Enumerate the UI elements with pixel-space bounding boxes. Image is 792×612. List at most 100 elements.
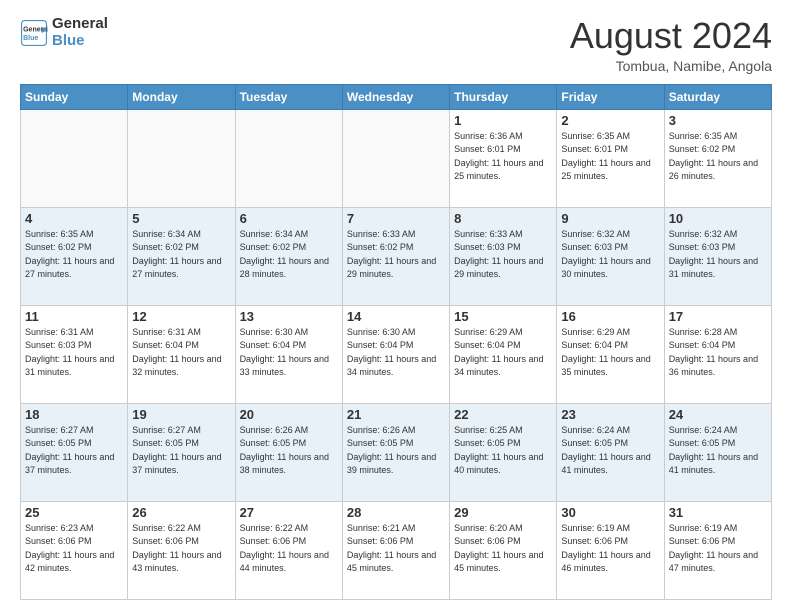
calendar-cell: 21 Sunrise: 6:26 AMSunset: 6:05 PMDayligh…: [342, 403, 449, 501]
calendar-cell: 11Sunrise: 6:31 AMSunset: 6:03 PMDayligh…: [21, 305, 128, 403]
day-info: Sunrise: 6:22 AMSunset: 6:06 PMDaylight:…: [132, 522, 230, 576]
calendar-cell: [128, 109, 235, 207]
calendar-cell: 26 Sunrise: 6:22 AMSunset: 6:06 PMDayligh…: [128, 501, 235, 599]
calendar-cell: 23 Sunrise: 6:24 AMSunset: 6:05 PMDayligh…: [557, 403, 664, 501]
day-number: 2: [561, 113, 659, 128]
day-number: 28: [347, 505, 445, 520]
day-info: Sunrise: 6:24 AMSunset: 6:05 PMDaylight:…: [561, 424, 659, 478]
day-number: 1: [454, 113, 552, 128]
logo: General Blue GeneralBlue: [20, 16, 108, 49]
calendar-cell: 2Sunrise: 6:35 AMSunset: 6:01 PMDaylight…: [557, 109, 664, 207]
day-number: 14: [347, 309, 445, 324]
day-number: 25: [25, 505, 123, 520]
day-info: Sunrise: 6:26 AMSunset: 6:05 PMDaylight:…: [347, 424, 445, 478]
day-number: 19: [132, 407, 230, 422]
day-number: 23: [561, 407, 659, 422]
calendar-cell: 28 Sunrise: 6:21 AMSunset: 6:06 PMDayligh…: [342, 501, 449, 599]
page: General Blue GeneralBlue August 2024 Tom…: [0, 0, 792, 612]
calendar-header-row: Sunday Monday Tuesday Wednesday Thursday…: [21, 84, 772, 109]
day-info: Sunrise: 6:28 AMSunset: 6:04 PMDaylight:…: [669, 326, 767, 380]
calendar-cell: 27 Sunrise: 6:22 AMSunset: 6:06 PMDayligh…: [235, 501, 342, 599]
logo-icon: General Blue: [20, 19, 48, 47]
day-info: Sunrise: 6:27 AMSunset: 6:05 PMDaylight:…: [132, 424, 230, 478]
day-info: Sunrise: 6:32 AMSunset: 6:03 PMDaylight:…: [561, 228, 659, 282]
calendar-cell: 1 Sunrise: 6:36 AMSunset: 6:01 PMDaylight…: [450, 109, 557, 207]
day-number: 12: [132, 309, 230, 324]
day-info: Sunrise: 6:30 AMSunset: 6:04 PMDaylight:…: [347, 326, 445, 380]
calendar-cell: [342, 109, 449, 207]
svg-text:Blue: Blue: [23, 35, 38, 42]
day-info: Sunrise: 6:34 AMSunset: 6:02 PMDaylight:…: [240, 228, 338, 282]
day-number: 4: [25, 211, 123, 226]
calendar-cell: 9 Sunrise: 6:32 AMSunset: 6:03 PMDaylight…: [557, 207, 664, 305]
day-info: Sunrise: 6:21 AMSunset: 6:06 PMDaylight:…: [347, 522, 445, 576]
day-info: Sunrise: 6:25 AMSunset: 6:05 PMDaylight:…: [454, 424, 552, 478]
day-info: Sunrise: 6:22 AMSunset: 6:06 PMDaylight:…: [240, 522, 338, 576]
calendar-cell: 4Sunrise: 6:35 AMSunset: 6:02 PMDaylight…: [21, 207, 128, 305]
day-number: 6: [240, 211, 338, 226]
day-info: Sunrise: 6:19 AMSunset: 6:06 PMDaylight:…: [669, 522, 767, 576]
col-tuesday: Tuesday: [235, 84, 342, 109]
day-number: 31: [669, 505, 767, 520]
day-info: Sunrise: 6:27 AMSunset: 6:05 PMDaylight:…: [25, 424, 123, 478]
day-number: 5: [132, 211, 230, 226]
col-thursday: Thursday: [450, 84, 557, 109]
calendar-cell: [21, 109, 128, 207]
calendar-cell: 25 Sunrise: 6:23 AMSunset: 6:06 PMDayligh…: [21, 501, 128, 599]
day-info: Sunrise: 6:36 AMSunset: 6:01 PMDaylight:…: [454, 130, 552, 184]
calendar-cell: 7 Sunrise: 6:33 AMSunset: 6:02 PMDaylight…: [342, 207, 449, 305]
day-number: 29: [454, 505, 552, 520]
calendar-cell: 20 Sunrise: 6:26 AMSunset: 6:05 PMDayligh…: [235, 403, 342, 501]
day-info: Sunrise: 6:20 AMSunset: 6:06 PMDaylight:…: [454, 522, 552, 576]
day-number: 18: [25, 407, 123, 422]
calendar-cell: 8Sunrise: 6:33 AMSunset: 6:03 PMDaylight…: [450, 207, 557, 305]
day-number: 27: [240, 505, 338, 520]
calendar-cell: 30Sunrise: 6:19 AMSunset: 6:06 PMDayligh…: [557, 501, 664, 599]
day-number: 7: [347, 211, 445, 226]
calendar-week-5: 25 Sunrise: 6:23 AMSunset: 6:06 PMDayligh…: [21, 501, 772, 599]
day-info: Sunrise: 6:26 AMSunset: 6:05 PMDaylight:…: [240, 424, 338, 478]
day-number: 3: [669, 113, 767, 128]
day-number: 13: [240, 309, 338, 324]
header: General Blue GeneralBlue August 2024 Tom…: [20, 16, 772, 74]
title-block: August 2024 Tombua, Namibe, Angola: [570, 16, 772, 74]
calendar-cell: 15Sunrise: 6:29 AMSunset: 6:04 PMDayligh…: [450, 305, 557, 403]
calendar-week-3: 11Sunrise: 6:31 AMSunset: 6:03 PMDayligh…: [21, 305, 772, 403]
calendar-week-4: 18 Sunrise: 6:27 AMSunset: 6:05 PMDayligh…: [21, 403, 772, 501]
day-info: Sunrise: 6:32 AMSunset: 6:03 PMDaylight:…: [669, 228, 767, 282]
calendar-week-2: 4Sunrise: 6:35 AMSunset: 6:02 PMDaylight…: [21, 207, 772, 305]
day-info: Sunrise: 6:24 AMSunset: 6:05 PMDaylight:…: [669, 424, 767, 478]
day-number: 15: [454, 309, 552, 324]
day-number: 17: [669, 309, 767, 324]
calendar-cell: 31 Sunrise: 6:19 AMSunset: 6:06 PMDayligh…: [664, 501, 771, 599]
calendar-cell: 16Sunrise: 6:29 AMSunset: 6:04 PMDayligh…: [557, 305, 664, 403]
location: Tombua, Namibe, Angola: [570, 58, 772, 74]
day-info: Sunrise: 6:30 AMSunset: 6:04 PMDaylight:…: [240, 326, 338, 380]
day-number: 9: [561, 211, 659, 226]
calendar-table: Sunday Monday Tuesday Wednesday Thursday…: [20, 84, 772, 600]
day-info: Sunrise: 6:31 AMSunset: 6:04 PMDaylight:…: [132, 326, 230, 380]
calendar-cell: 29 Sunrise: 6:20 AMSunset: 6:06 PMDayligh…: [450, 501, 557, 599]
day-number: 22: [454, 407, 552, 422]
calendar-cell: 24 Sunrise: 6:24 AMSunset: 6:05 PMDayligh…: [664, 403, 771, 501]
col-saturday: Saturday: [664, 84, 771, 109]
calendar-cell: 3Sunrise: 6:35 AMSunset: 6:02 PMDaylight…: [664, 109, 771, 207]
month-title: August 2024: [570, 16, 772, 56]
day-info: Sunrise: 6:33 AMSunset: 6:02 PMDaylight:…: [347, 228, 445, 282]
calendar-cell: 13 Sunrise: 6:30 AMSunset: 6:04 PMDayligh…: [235, 305, 342, 403]
col-monday: Monday: [128, 84, 235, 109]
day-info: Sunrise: 6:23 AMSunset: 6:06 PMDaylight:…: [25, 522, 123, 576]
day-number: 26: [132, 505, 230, 520]
day-number: 11: [25, 309, 123, 324]
day-number: 24: [669, 407, 767, 422]
day-number: 8: [454, 211, 552, 226]
day-number: 20: [240, 407, 338, 422]
col-sunday: Sunday: [21, 84, 128, 109]
day-info: Sunrise: 6:34 AMSunset: 6:02 PMDaylight:…: [132, 228, 230, 282]
day-number: 21: [347, 407, 445, 422]
day-info: Sunrise: 6:29 AMSunset: 6:04 PMDaylight:…: [561, 326, 659, 380]
calendar-cell: 22 Sunrise: 6:25 AMSunset: 6:05 PMDayligh…: [450, 403, 557, 501]
calendar-cell: 6 Sunrise: 6:34 AMSunset: 6:02 PMDaylight…: [235, 207, 342, 305]
calendar-cell: 12 Sunrise: 6:31 AMSunset: 6:04 PMDayligh…: [128, 305, 235, 403]
day-number: 30: [561, 505, 659, 520]
